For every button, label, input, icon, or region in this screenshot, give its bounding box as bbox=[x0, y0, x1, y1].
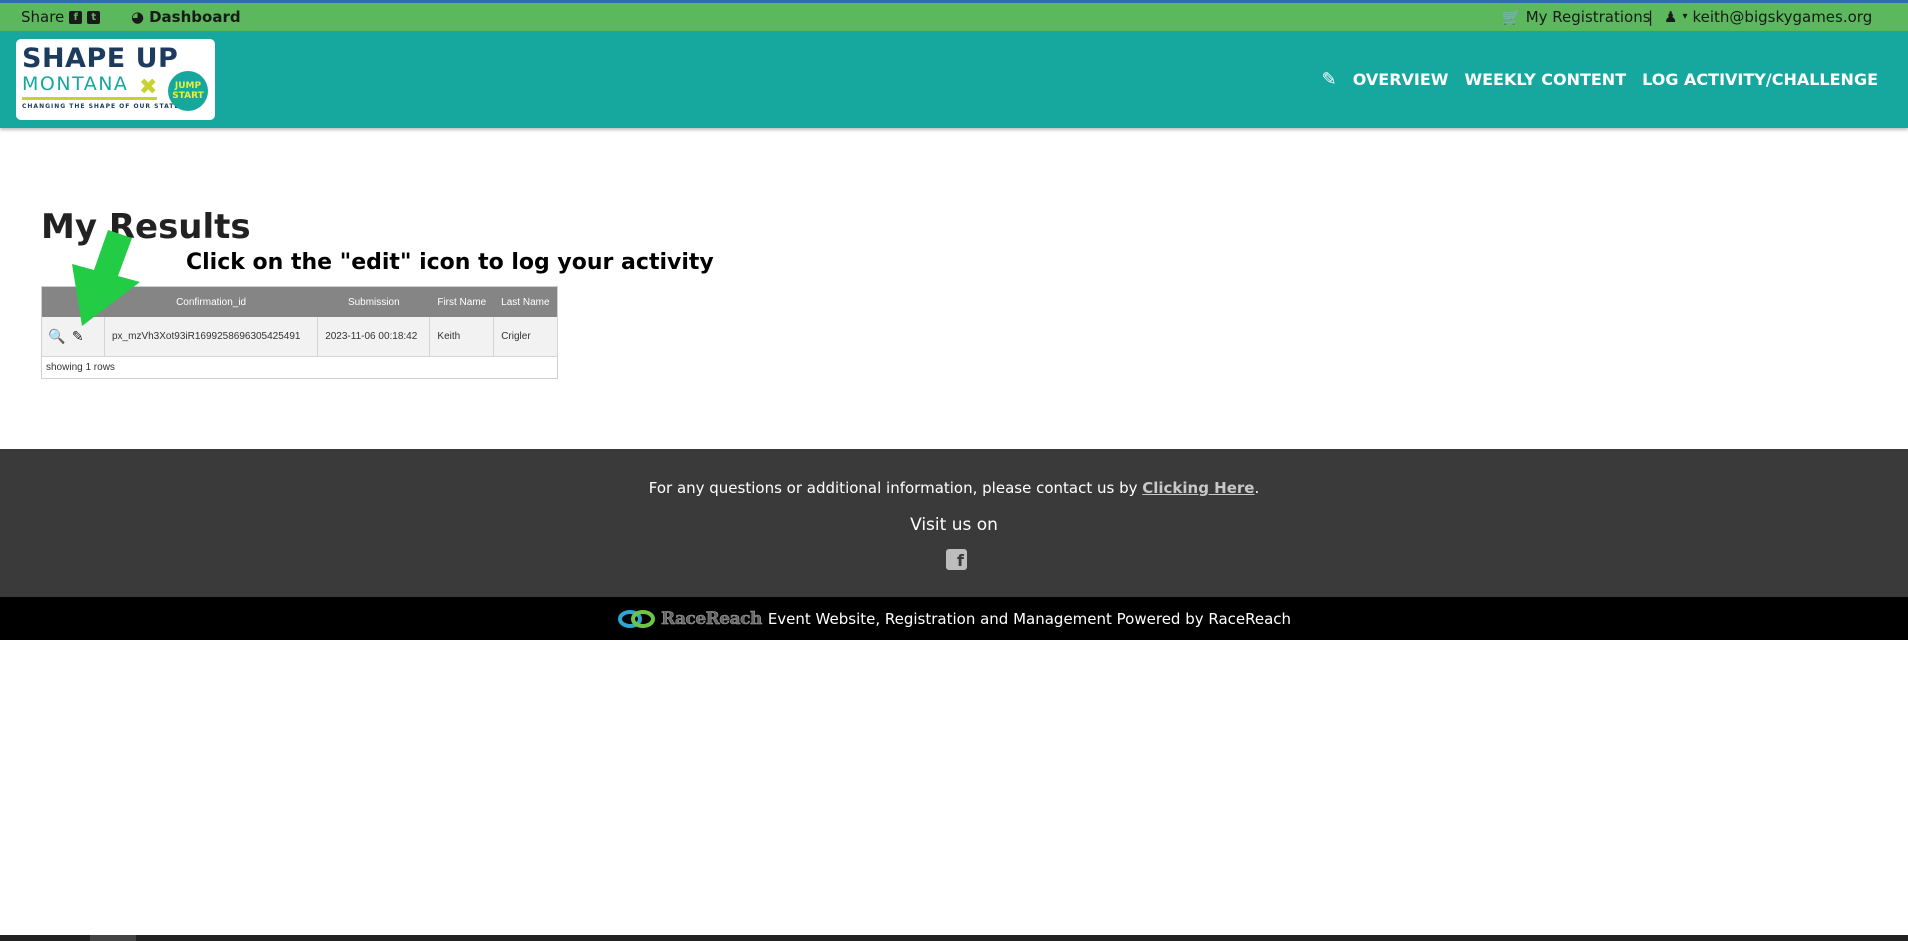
zoom-view-icon[interactable]: 🔍 bbox=[48, 328, 66, 345]
logo-line1: SHAPE UP bbox=[22, 43, 179, 74]
jump-start-badge: JUMP START bbox=[168, 71, 208, 111]
instruction-text: Click on the "edit" icon to log your act… bbox=[186, 250, 714, 275]
green-arrow-annotation bbox=[72, 230, 140, 326]
user-icon: ♟ bbox=[1664, 8, 1678, 26]
scrollbar-thumb[interactable] bbox=[90, 935, 136, 941]
powered-by-bar: RaceReach Event Website, Registration an… bbox=[0, 597, 1908, 640]
user-email: keith@bigskygames.org bbox=[1692, 8, 1873, 26]
header-first-name: First Name bbox=[429, 286, 494, 317]
cell-last-name: Crigler bbox=[493, 317, 558, 357]
top-bar: Share f t ◕ Dashboard 🛒 My Registrations… bbox=[0, 3, 1908, 31]
cart-icon: 🛒 bbox=[1502, 8, 1521, 26]
nav-overview[interactable]: OVERVIEW bbox=[1353, 70, 1449, 89]
edit-pencil-icon[interactable]: ✎ bbox=[69, 328, 87, 345]
racereach-rings-icon bbox=[617, 609, 655, 628]
racereach-logo[interactable]: RaceReach bbox=[617, 608, 763, 630]
badge-line1: JUMP bbox=[174, 81, 202, 91]
header-last-name: Last Name bbox=[493, 286, 558, 317]
share-group: Share f t bbox=[21, 3, 101, 31]
facebook-share-icon[interactable]: f bbox=[69, 10, 83, 24]
visit-us-text: Visit us on bbox=[910, 515, 998, 535]
logo-underline bbox=[22, 97, 157, 100]
table-row-count: showing 1 rows bbox=[41, 356, 558, 379]
cell-first-name: Keith bbox=[429, 317, 495, 357]
bottom-scrollbar[interactable] bbox=[0, 935, 1908, 941]
site-footer: For any questions or additional informat… bbox=[0, 449, 1908, 597]
pencil-icon[interactable]: ✎ bbox=[1322, 69, 1337, 90]
crossed-tools-icon: ✖ bbox=[139, 75, 158, 100]
powered-by-text: Event Website, Registration and Manageme… bbox=[767, 609, 1292, 628]
main-nav: ✎ OVERVIEW WEEKLY CONTENT LOG ACTIVITY/C… bbox=[1322, 31, 1878, 128]
logo-line2: MONTANA bbox=[22, 73, 129, 95]
site-logo[interactable]: SHAPE UP MONTANA CHANGING THE SHAPE OF O… bbox=[16, 39, 215, 120]
dashboard-link[interactable]: ◕ Dashboard bbox=[131, 3, 241, 31]
facebook-icon[interactable]: f bbox=[946, 549, 967, 570]
header-submission: Submission bbox=[317, 286, 430, 317]
cell-submission: 2023-11-06 00:18:42 bbox=[317, 317, 431, 357]
site-header: SHAPE UP MONTANA CHANGING THE SHAPE OF O… bbox=[0, 31, 1908, 128]
contact-link[interactable]: Clicking Here bbox=[1142, 479, 1254, 497]
contact-text: For any questions or additional informat… bbox=[648, 479, 1143, 497]
twitter-share-icon[interactable]: t bbox=[87, 10, 101, 24]
dashboard-label: Dashboard bbox=[149, 8, 241, 26]
contact-period: . bbox=[1254, 479, 1260, 497]
my-registrations-label: My Registrations bbox=[1525, 8, 1651, 26]
badge-line2: START bbox=[172, 91, 204, 101]
topbar-separator: | bbox=[1648, 8, 1654, 26]
gauge-icon: ◕ bbox=[131, 8, 145, 26]
contact-line: For any questions or additional informat… bbox=[0, 479, 1908, 497]
caret-down-icon: ▾ bbox=[1682, 11, 1688, 22]
racereach-wordmark: RaceReach bbox=[660, 608, 763, 629]
user-menu[interactable]: ♟ ▾ keith@bigskygames.org bbox=[1664, 3, 1872, 31]
share-label: Share bbox=[21, 8, 65, 26]
nav-weekly-content[interactable]: WEEKLY CONTENT bbox=[1464, 70, 1626, 89]
nav-log-activity[interactable]: LOG ACTIVITY/CHALLENGE bbox=[1642, 70, 1878, 89]
my-registrations-link[interactable]: 🛒 My Registrations bbox=[1502, 3, 1651, 31]
logo-tagline: CHANGING THE SHAPE OF OUR STATE bbox=[22, 103, 180, 110]
table-footer-row: showing 1 rows bbox=[41, 356, 558, 379]
